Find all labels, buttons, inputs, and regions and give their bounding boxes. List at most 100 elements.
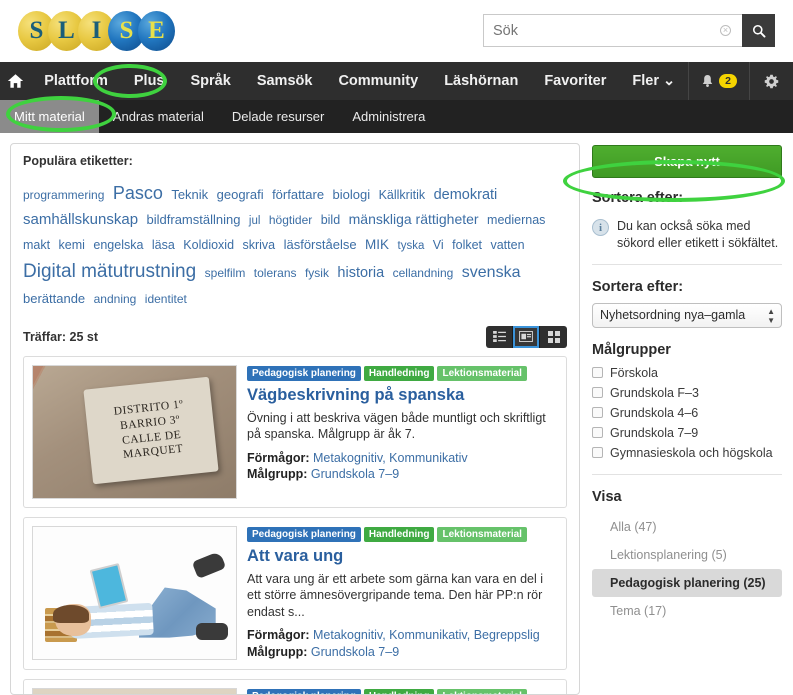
checkbox-grundskola-f3[interactable]: Grundskola F–3 xyxy=(592,386,782,400)
nav-item-sprak[interactable]: Språk xyxy=(178,62,244,100)
tag-link[interactable]: makt xyxy=(23,238,50,252)
formagor-value[interactable]: Metakognitiv, Kommunikativ xyxy=(313,451,468,465)
clear-icon[interactable]: × xyxy=(720,25,731,36)
tag-link[interactable]: geografi xyxy=(217,187,264,202)
nav-item-samsok[interactable]: Samsök xyxy=(244,62,326,100)
result-title-link[interactable]: Vägbeskrivning på spanska xyxy=(247,386,558,405)
filter-item-tema[interactable]: Tema (17) xyxy=(592,597,782,625)
nav-item-community[interactable]: Community xyxy=(325,62,431,100)
page-body: Populära etiketter: programmering Pasco … xyxy=(0,133,793,695)
list-view-button[interactable] xyxy=(486,325,513,348)
tag-link[interactable]: Pasco xyxy=(113,183,163,203)
result-card[interactable]: Pedagogisk planering Handledning Lektion… xyxy=(23,516,567,670)
subnav-item-administrera[interactable]: Administrera xyxy=(338,100,439,133)
info-box: i Du kan också söka med sökord eller eti… xyxy=(592,214,782,265)
portrait-photo[interactable] xyxy=(32,687,237,694)
boy-reading-photo[interactable] xyxy=(32,525,237,660)
sort-selected-value: Nyhetsordning nya–gamla xyxy=(600,308,746,323)
tag-link[interactable]: tolerans xyxy=(254,266,297,280)
checkbox-forskola[interactable]: Förskola xyxy=(592,366,782,380)
tag-link[interactable]: författare xyxy=(272,187,324,202)
tag-link[interactable]: jul xyxy=(249,215,261,227)
slise-logo[interactable]: S L I S E xyxy=(18,8,175,54)
sort-heading: Sortera efter: xyxy=(592,278,684,295)
sort-select[interactable]: Nyhetsordning nya–gamla ▲ ▼ xyxy=(592,302,782,328)
tag-link[interactable]: Digital mätutrustning xyxy=(23,261,196,282)
tag-link[interactable]: MIK xyxy=(365,237,389,252)
checkbox-icon[interactable] xyxy=(592,367,603,379)
search-input[interactable] xyxy=(483,14,742,47)
hair-shape xyxy=(53,605,90,624)
results-header: Träffar: 25 st xyxy=(23,325,567,348)
nav-home-button[interactable] xyxy=(0,62,31,100)
result-card[interactable]: Pedagogisk planering Handledning Lektion… xyxy=(23,678,567,694)
subnav-item-andras-material[interactable]: Andras material xyxy=(99,100,218,133)
tag-link[interactable]: läsa xyxy=(152,238,175,252)
malgrupp-value[interactable]: Grundskola 7–9 xyxy=(311,645,399,659)
gear-icon xyxy=(764,74,779,88)
tag-link[interactable]: historia xyxy=(337,265,384,281)
filter-item-alla[interactable]: Alla (47) xyxy=(592,513,782,541)
nav-item-fler[interactable]: Fler ⌄ xyxy=(619,62,688,100)
notifications-button[interactable]: 2 xyxy=(689,62,750,100)
subnav-item-delade-resurser[interactable]: Delade resurser xyxy=(218,100,339,133)
tag-link[interactable]: mänskliga rättigheter xyxy=(349,211,479,227)
checkbox-icon[interactable] xyxy=(592,387,603,399)
tag-link[interactable]: läsförståelse xyxy=(284,237,357,252)
tag-link[interactable]: skriva xyxy=(242,238,275,252)
checkbox-grundskola-46[interactable]: Grundskola 4–6 xyxy=(592,406,782,420)
grid-view-button[interactable] xyxy=(540,325,567,348)
tag-link[interactable]: svenska xyxy=(462,264,521,281)
tag-link[interactable]: cellandning xyxy=(393,266,454,280)
tag-link[interactable]: spelfilm xyxy=(205,266,246,280)
tag-link[interactable]: Koldioxid xyxy=(183,238,234,252)
card-body: Pedagogisk planering Handledning Lektion… xyxy=(247,688,558,694)
badge-group: Pedagogisk planering Handledning Lektion… xyxy=(247,688,558,694)
tag-link[interactable]: identitet xyxy=(145,292,187,306)
checkbox-icon[interactable] xyxy=(592,447,603,459)
tag-link[interactable]: Teknik xyxy=(171,187,208,202)
status-badge: Pedagogisk planering xyxy=(247,688,361,694)
nav-item-favoriter[interactable]: Favoriter xyxy=(531,62,619,100)
nav-item-lashornan[interactable]: Läshörnan xyxy=(431,62,531,100)
settings-button[interactable] xyxy=(750,62,793,100)
tag-link[interactable]: tyska xyxy=(398,240,425,252)
tag-link[interactable]: biologi xyxy=(333,187,371,202)
status-badge: Lektionsmaterial xyxy=(437,688,527,694)
tag-link[interactable]: fysik xyxy=(305,266,329,280)
tag-link[interactable]: andning xyxy=(94,292,137,306)
tag-link[interactable]: demokrati xyxy=(434,187,498,203)
filter-item-lektionsplanering[interactable]: Lektionsplanering (5) xyxy=(592,541,782,569)
checkbox-gymnasieskola[interactable]: Gymnasieskola och högskola xyxy=(592,446,782,460)
tag-link[interactable]: Vi xyxy=(433,238,444,252)
tag-link[interactable]: samhällskunskap xyxy=(23,211,138,228)
result-title-link[interactable]: Att vara ung xyxy=(247,547,558,566)
checkbox-icon[interactable] xyxy=(592,427,603,439)
tag-link[interactable]: berättande xyxy=(23,291,85,306)
formagor-value[interactable]: Metakognitiv, Kommunikativ, Begreppslig xyxy=(313,628,540,642)
result-card[interactable]: DISTRITO 1º BARRIO 3º CALLE DE MARQUET P… xyxy=(23,355,567,508)
tag-link[interactable]: Källkritik xyxy=(379,188,426,202)
create-new-button[interactable]: Skapa nytt xyxy=(592,145,782,178)
checkbox-grundskola-79[interactable]: Grundskola 7–9 xyxy=(592,426,782,440)
tag-link[interactable]: högtider xyxy=(269,213,312,227)
formagor-row: Förmågor: Metakognitiv, Kommunikativ xyxy=(247,450,558,467)
tag-link[interactable]: programmering xyxy=(23,188,104,202)
malgrupp-value[interactable]: Grundskola 7–9 xyxy=(311,467,399,481)
street-sign-photo[interactable]: DISTRITO 1º BARRIO 3º CALLE DE MARQUET xyxy=(32,364,237,499)
nav-item-plattform[interactable]: Plattform xyxy=(31,62,121,100)
tag-link[interactable]: kemi xyxy=(59,238,85,252)
sort-heading-top: Sortera efter: xyxy=(592,190,684,206)
checkbox-icon[interactable] xyxy=(592,407,603,419)
tag-link[interactable]: engelska xyxy=(93,238,143,252)
tag-link[interactable]: vatten xyxy=(490,238,524,252)
tag-link[interactable]: bildframställning xyxy=(147,212,241,227)
tag-link[interactable]: mediernas xyxy=(487,213,545,227)
filter-item-pedagogisk-planering[interactable]: Pedagogisk planering (25) xyxy=(592,568,782,597)
search-button[interactable] xyxy=(742,14,775,47)
tag-link[interactable]: folket xyxy=(452,238,482,252)
nav-item-plus[interactable]: Plus xyxy=(121,62,178,100)
subnav-item-mitt-material[interactable]: Mitt material xyxy=(0,100,99,133)
detail-view-button[interactable] xyxy=(513,325,540,348)
tag-link[interactable]: bild xyxy=(321,213,340,227)
